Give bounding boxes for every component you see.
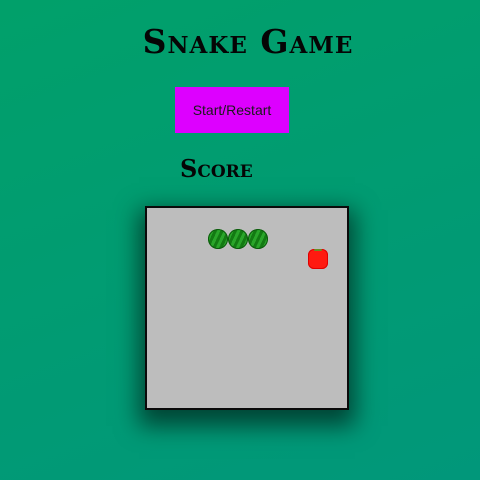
food-apple	[308, 249, 328, 269]
start-restart-button[interactable]: Start/Restart	[175, 87, 289, 133]
snake-segment	[248, 229, 268, 249]
snake-segment	[228, 229, 248, 249]
game-board[interactable]	[145, 206, 349, 410]
snake-segment	[208, 229, 228, 249]
game-title: Snake Game	[142, 22, 354, 61]
score-label: Score	[180, 154, 253, 183]
